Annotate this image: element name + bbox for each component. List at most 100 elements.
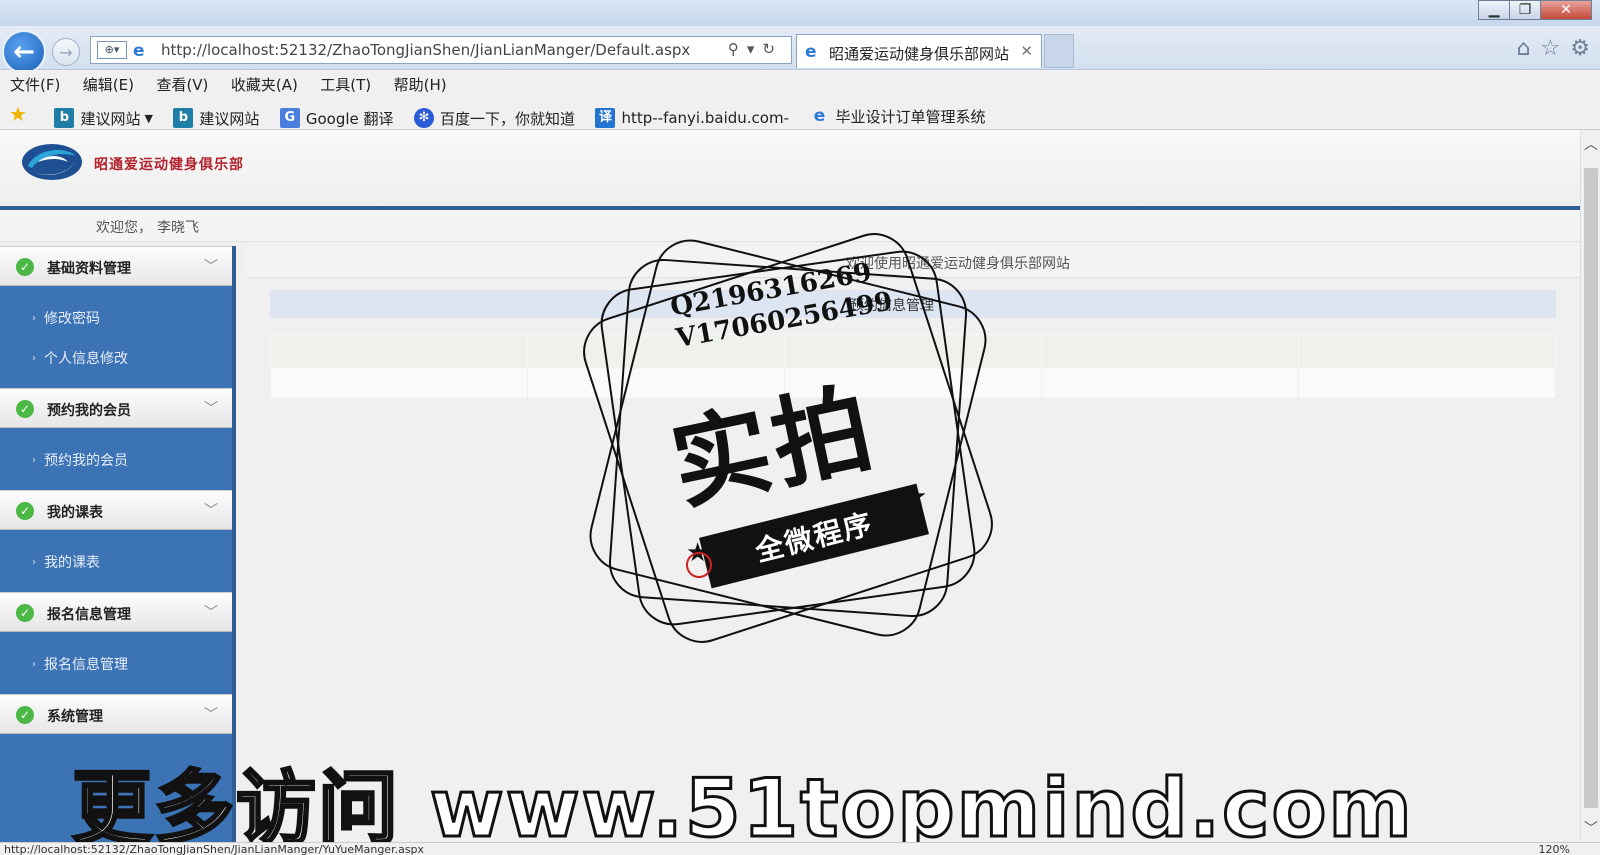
fav-label: 百度一下，你就知道: [439, 109, 575, 128]
club-logo: [22, 144, 82, 180]
vertical-scrollbar[interactable]: ︿ ﹀: [1580, 130, 1600, 842]
sidebar-item-change-password[interactable]: › 修改密码: [0, 298, 232, 338]
bullet-icon: ›: [32, 556, 36, 568]
bing-icon: b: [54, 108, 75, 128]
refresh-icon[interactable]: ↻: [762, 40, 783, 58]
group-title: 我的课表: [47, 505, 103, 521]
chevron-down-icon: ﹀: [204, 401, 218, 417]
forward-button[interactable]: →: [52, 38, 80, 66]
item-label: 个人信息修改: [44, 351, 128, 367]
sidebar-group-my-schedule[interactable]: ✓ 我的课表 ﹀: [0, 490, 232, 530]
minimize-button[interactable]: ▁: [1478, 0, 1510, 20]
menu-file[interactable]: 文件(F): [0, 70, 60, 95]
menu-help[interactable]: 帮助(H): [384, 70, 447, 95]
table-header-row: [270, 334, 1556, 369]
group-title: 系统管理: [47, 709, 103, 725]
cursor-highlight: [686, 552, 712, 578]
window-controls: ▁ ❐ ✕: [1478, 0, 1592, 20]
fav-label: http--fanyi.baidu.com-: [621, 109, 789, 127]
favorites-star-icon: ★: [9, 102, 27, 126]
item-label: 修改密码: [44, 311, 100, 327]
fav-label: 建议网站: [199, 109, 260, 128]
item-label: 预约我的会员: [44, 453, 128, 469]
bullet-icon: ›: [32, 454, 36, 466]
scroll-thumb[interactable]: [1584, 168, 1598, 808]
group-body: › 我的课表: [0, 530, 232, 592]
address-bar[interactable]: ⊕▾ e http://localhost:52132/ZhaoTongJian…: [90, 36, 792, 64]
bing-icon: b: [173, 108, 194, 128]
menu-view[interactable]: 查看(V): [146, 70, 208, 95]
zoom-level[interactable]: 120%: [1539, 843, 1570, 855]
translate-icon: 译: [595, 108, 616, 128]
address-url[interactable]: http://localhost:52132/ZhaoTongJianShen/…: [161, 41, 690, 59]
page-viewport: 昭通爱运动健身俱乐部 欢迎您， 李晓飞 ✓ 基础资料管理 ﹀ › 修改密码 › 个人…: [0, 130, 1580, 842]
sidebar-group-reserved-members[interactable]: ✓ 预约我的会员 ﹀: [0, 388, 232, 428]
ie-tab-icon: e: [805, 42, 817, 62]
ie-icon: e: [813, 106, 826, 126]
table-cell: [784, 368, 1042, 399]
favorites-button[interactable]: ★: [8, 98, 34, 130]
navigation-bar: ← → ⊕▾ e http://localhost:52132/ZhaoTong…: [0, 26, 1600, 74]
sidebar-item-edit-profile[interactable]: › 个人信息修改: [0, 338, 232, 378]
item-label: 报名信息管理: [44, 657, 128, 673]
baidu-paw-icon: ✻: [413, 108, 434, 128]
sidebar-group-registration[interactable]: ✓ 报名信息管理 ﹀: [0, 592, 232, 632]
group-title: 报名信息管理: [47, 607, 131, 623]
site-name: 昭通爱运动健身俱乐部: [94, 157, 244, 173]
table-header-cell: [784, 334, 1042, 369]
ie-page-icon: e: [133, 41, 145, 61]
close-tab-icon[interactable]: ✕: [1020, 42, 1033, 60]
sidebar-item-reserved-members[interactable]: › 预约我的会员: [0, 440, 232, 480]
dropdown-icon[interactable]: ▾: [747, 40, 763, 58]
home-icon[interactable]: ⌂: [1517, 36, 1531, 61]
group-body: › 修改密码 › 个人信息修改: [0, 286, 232, 388]
fav-label: 建议网站: [80, 109, 141, 128]
sidebar-group-system[interactable]: ✓ 系统管理 ﹀: [0, 694, 232, 734]
chevron-down-icon: ﹀: [204, 707, 218, 723]
sidebar-item-my-schedule[interactable]: › 我的课表: [0, 542, 232, 582]
compat-view-icon[interactable]: ⊕▾: [97, 41, 127, 59]
status-bar: http://localhost:52132/ZhaoTongJianShen/…: [0, 842, 1600, 855]
panel-title: 预约信息管理: [850, 298, 934, 314]
scroll-down-icon[interactable]: ﹀: [1584, 818, 1598, 838]
table-header-cell: [1041, 334, 1299, 369]
welcome-bar: 欢迎您， 李晓飞: [0, 210, 1580, 242]
menu-edit[interactable]: 编辑(E): [73, 70, 134, 95]
table-cell: [1041, 368, 1299, 399]
panel-header: 预约信息管理: [270, 290, 1556, 318]
search-icon[interactable]: ⚲: [728, 40, 747, 58]
favorites-bar: ★ b 建议网站 ▼ b 建议网站 G Google 翻译 ✻ 百度一下，你就知…: [0, 98, 1600, 130]
browser-right-icons: ⌂ ☆ ⚙: [1517, 36, 1590, 61]
gear-icon[interactable]: ⚙: [1570, 36, 1590, 61]
table-cell: [270, 368, 528, 399]
menu-tools[interactable]: 工具(T): [310, 70, 371, 95]
arrow-right-icon: →: [59, 42, 73, 62]
sidebar-group-basic-info[interactable]: ✓ 基础资料管理 ﹀: [0, 246, 232, 286]
bullet-icon: ›: [32, 352, 36, 364]
chevron-down-icon: ﹀: [204, 605, 218, 621]
restore-button[interactable]: ❐: [1509, 0, 1541, 20]
check-circle-icon: ✓: [16, 706, 34, 724]
close-window-button[interactable]: ✕: [1540, 0, 1592, 20]
status-url: http://localhost:52132/ZhaoTongJianShen/…: [4, 843, 425, 855]
menu-favorites[interactable]: 收藏夹(A): [221, 70, 298, 95]
back-button[interactable]: ←: [2, 30, 46, 74]
main-title-bar: 欢迎使用昭通爱运动健身俱乐部网站: [246, 246, 1580, 278]
favorites-star-icon[interactable]: ☆: [1541, 36, 1561, 61]
google-translate-icon: G: [279, 108, 300, 128]
site-header: 昭通爱运动健身俱乐部: [0, 130, 1580, 206]
table-header-cell: [527, 334, 785, 369]
table-header-cell: [1298, 334, 1556, 369]
browser-tab-active[interactable]: e 昭通爱运动健身俱乐部网站 ✕: [796, 34, 1042, 68]
group-body: › 报名信息管理: [0, 632, 232, 694]
welcome-prefix: 欢迎您，: [96, 220, 152, 236]
sidebar-item-registration[interactable]: › 报名信息管理: [0, 644, 232, 684]
fav-order-system[interactable]: e 毕业设计订单管理系统: [809, 100, 986, 132]
fav-label: Google 翻译: [305, 109, 394, 128]
check-circle-icon: ✓: [16, 258, 34, 276]
group-title: 基础资料管理: [47, 261, 131, 277]
table-row[interactable]: [270, 368, 1556, 399]
scroll-up-icon[interactable]: ︿: [1584, 134, 1598, 154]
new-tab-button[interactable]: [1044, 34, 1074, 68]
user-name: 李晓飞: [157, 220, 199, 236]
